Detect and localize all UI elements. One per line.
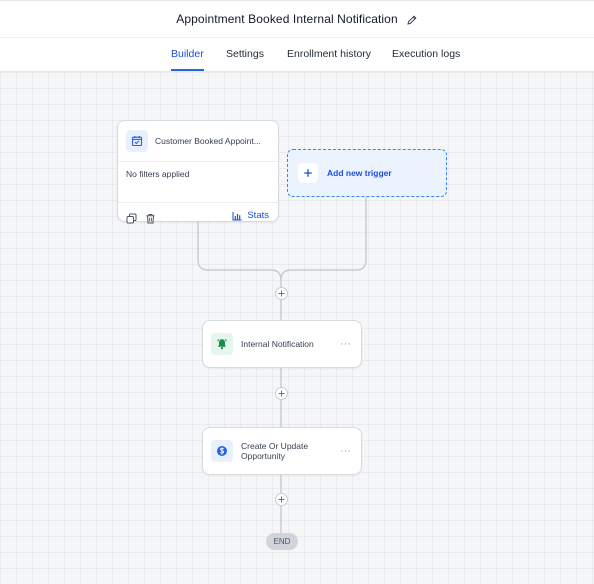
add-trigger-label: Add new trigger	[327, 168, 392, 178]
plus-icon	[278, 290, 285, 297]
stats-button[interactable]: Stats	[232, 210, 269, 221]
bell-icon	[211, 333, 233, 355]
stats-label: Stats	[247, 210, 269, 221]
bar-chart-icon	[232, 211, 242, 220]
plus-icon	[278, 496, 285, 503]
copy-icon[interactable]	[126, 211, 137, 223]
plus-icon	[278, 390, 285, 397]
trigger-header: Customer Booked Appoint...	[118, 121, 278, 162]
action-label: Internal Notification	[241, 339, 314, 349]
calendar-check-icon	[126, 130, 148, 152]
dollar-icon	[211, 440, 233, 462]
add-action-button[interactable]	[275, 287, 288, 300]
tab-enrollment-history[interactable]: Enrollment history	[287, 38, 371, 71]
add-action-button[interactable]	[275, 493, 288, 506]
trigger-footer: Stats	[118, 203, 278, 229]
trigger-card[interactable]: Customer Booked Appoint... No filters ap…	[117, 120, 279, 223]
more-options-icon[interactable]: ···	[340, 445, 351, 457]
workflow-canvas[interactable]: Customer Booked Appoint... No filters ap…	[0, 72, 594, 584]
tab-bar: Builder Settings Enrollment history Exec…	[0, 38, 594, 72]
more-options-icon[interactable]: ···	[340, 338, 351, 350]
action-card-create-update-opportunity[interactable]: Create Or Update Opportunity ···	[202, 427, 362, 475]
pencil-icon[interactable]	[406, 13, 418, 25]
action-label: Create Or Update Opportunity	[241, 441, 309, 461]
add-action-button[interactable]	[275, 387, 288, 400]
end-node: END	[266, 533, 298, 550]
trigger-name: Customer Booked Appoint...	[155, 136, 261, 146]
workflow-title: Appointment Booked Internal Notification	[176, 12, 398, 26]
tab-builder[interactable]: Builder	[171, 38, 204, 71]
trash-icon[interactable]	[145, 211, 156, 223]
trigger-filters: No filters applied	[118, 162, 278, 203]
workflow-header: Appointment Booked Internal Notification	[0, 0, 594, 38]
tab-execution-logs[interactable]: Execution logs	[392, 38, 460, 71]
tab-settings[interactable]: Settings	[226, 38, 264, 71]
plus-icon	[298, 163, 318, 183]
add-trigger-button[interactable]: Add new trigger	[287, 149, 447, 197]
action-card-internal-notification[interactable]: Internal Notification ···	[202, 320, 362, 368]
